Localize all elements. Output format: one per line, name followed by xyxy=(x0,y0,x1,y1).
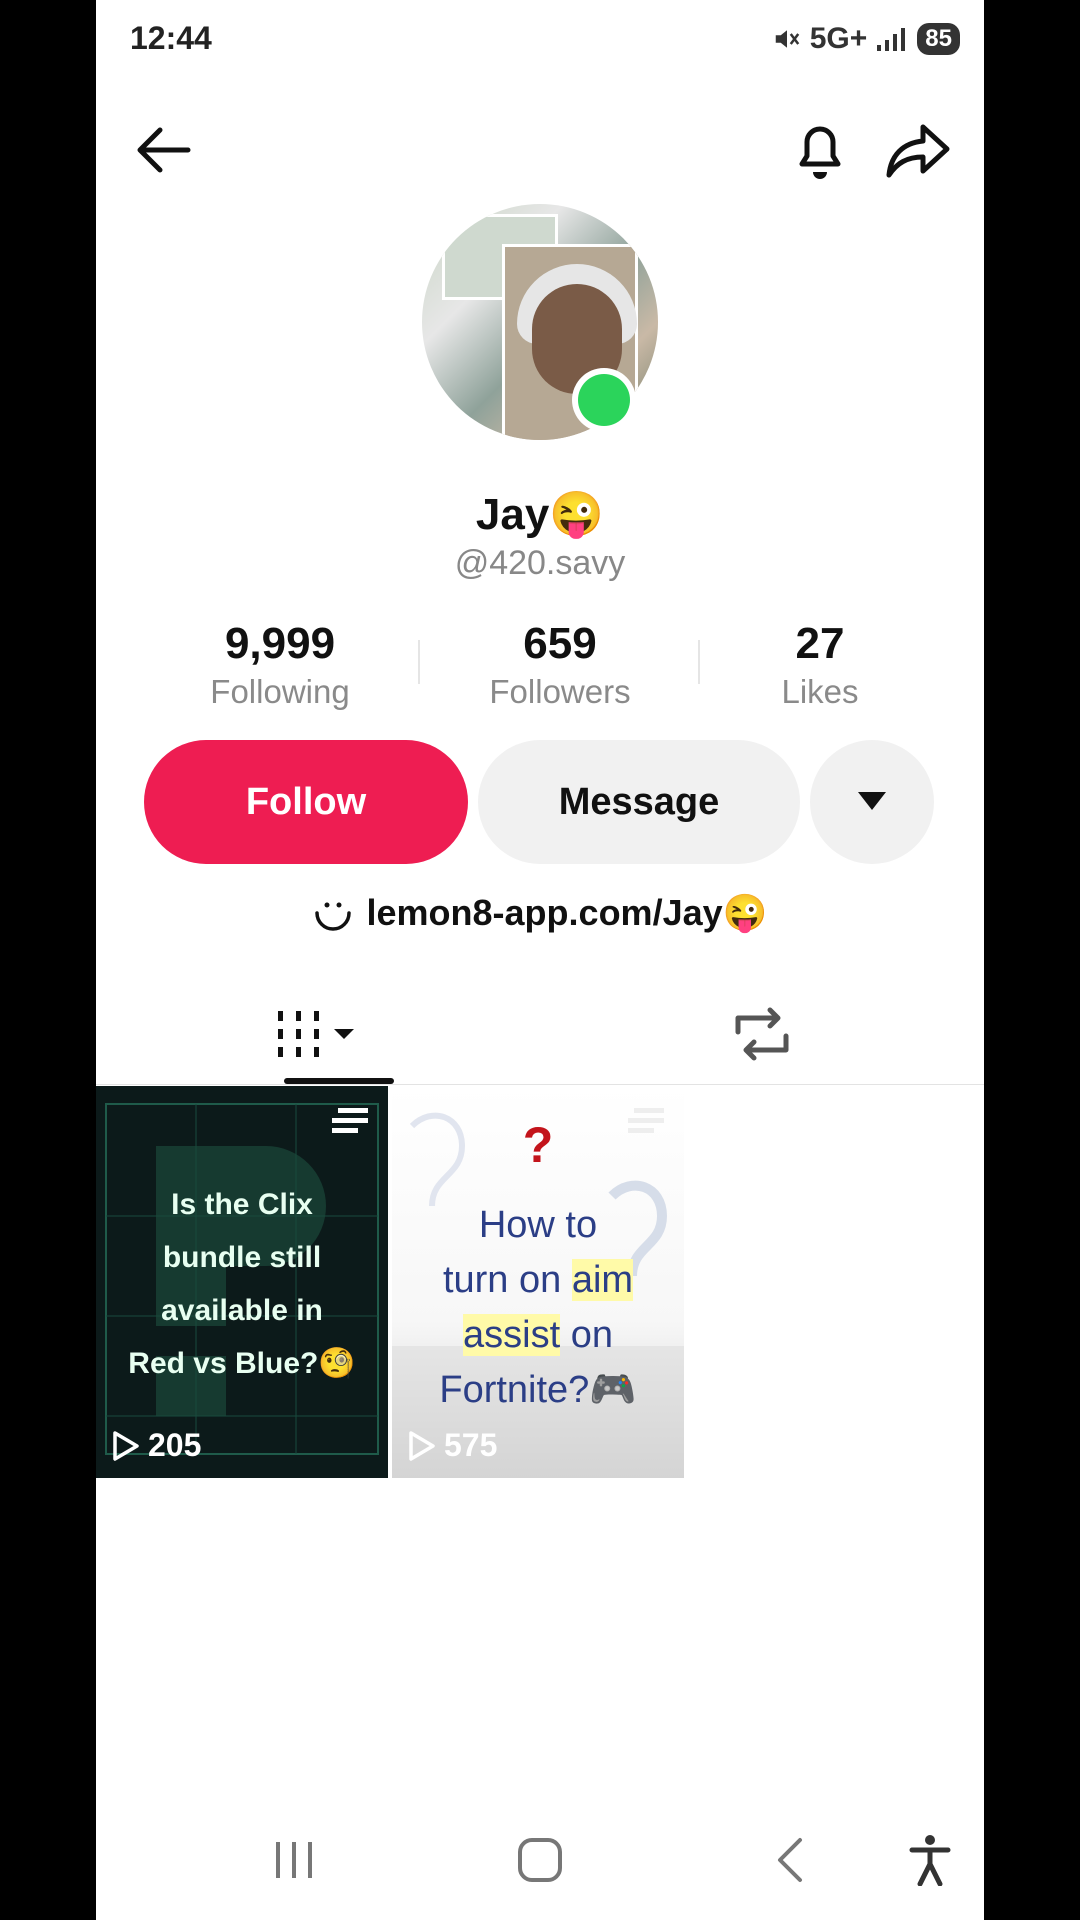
view-count: 575 xyxy=(408,1427,497,1464)
caption-line: bundle still xyxy=(162,1241,322,1274)
signal-icon xyxy=(877,28,906,51)
caption-line: Red vs Blue?🧐 xyxy=(128,1347,356,1380)
stat-following[interactable]: 9,999 Following xyxy=(180,618,380,714)
question-mark-graphic: ? xyxy=(522,1117,554,1173)
view-count-value: 575 xyxy=(444,1427,498,1463)
view-count-value: 205 xyxy=(148,1427,202,1463)
battery-indicator: 85 xyxy=(917,23,960,55)
video-thumbnail[interactable]: Is the Clix bundle still available in Re… xyxy=(96,1086,388,1478)
share-icon xyxy=(886,124,950,178)
back-button[interactable] xyxy=(126,114,198,186)
home-icon xyxy=(518,1838,562,1882)
recent-apps-icon xyxy=(276,1842,312,1878)
network-label: 5G+ xyxy=(809,22,868,55)
caret-down-icon xyxy=(858,792,886,810)
back-arrow-icon xyxy=(137,127,191,173)
accessibility-button[interactable] xyxy=(890,1820,970,1900)
stat-divider xyxy=(418,640,420,684)
smile-link-icon xyxy=(314,902,351,931)
profile-handle: @420.savy xyxy=(454,544,626,582)
profile-name: Jay😜 xyxy=(475,490,605,539)
status-icons: 5G+ 85 xyxy=(772,22,960,56)
more-options-button[interactable] xyxy=(810,740,934,864)
grid-icon xyxy=(278,1011,354,1057)
caption-line: Is the Clix xyxy=(171,1188,313,1221)
stat-value: 659 xyxy=(523,619,597,668)
caption-line: assist on xyxy=(463,1314,613,1356)
status-bar: 12:44 5G+ 85 xyxy=(96,0,984,80)
repost-icon xyxy=(735,1007,789,1061)
bio-link[interactable]: lemon8-app.com/Jay😜 xyxy=(96,892,984,934)
share-button[interactable] xyxy=(882,114,954,186)
mute-icon xyxy=(775,30,799,48)
play-icon xyxy=(113,1430,139,1461)
status-time: 12:44 xyxy=(130,20,212,56)
view-count: 205 xyxy=(112,1427,201,1464)
caption-line: How to xyxy=(478,1204,598,1246)
top-navigation xyxy=(96,110,984,190)
message-button[interactable]: Message xyxy=(478,740,800,864)
bio-link-text: lemon8-app.com/Jay😜 xyxy=(366,892,768,933)
profile-avatar-container[interactable] xyxy=(422,204,658,440)
home-button[interactable] xyxy=(500,1820,580,1900)
caption-line: available in xyxy=(161,1294,323,1327)
system-navigation-bar xyxy=(96,1820,984,1900)
content-tabs xyxy=(96,984,984,1085)
online-status-indicator xyxy=(572,368,636,432)
video-caption: How to turn on aim assist on Fortnite?🎮 xyxy=(398,1198,678,1418)
bell-icon xyxy=(799,126,841,179)
chevron-left-icon xyxy=(778,1838,802,1882)
recent-apps-button[interactable] xyxy=(254,1820,334,1900)
stat-value: 27 xyxy=(795,619,845,668)
caption-line: Fortnite?🎮 xyxy=(439,1369,637,1411)
stat-followers[interactable]: 659 Followers xyxy=(460,618,660,714)
play-icon xyxy=(409,1430,435,1461)
profile-screen: 12:44 5G+ 85 Jay😜 @420.savy 9,999 Follow… xyxy=(96,0,984,1920)
tab-reposts[interactable] xyxy=(540,984,984,1084)
accessibility-icon xyxy=(909,1835,951,1886)
system-back-button[interactable] xyxy=(750,1820,830,1900)
notifications-button[interactable] xyxy=(784,114,856,186)
tab-videos[interactable] xyxy=(96,984,540,1084)
stat-divider xyxy=(698,640,700,684)
stat-label: Following xyxy=(210,673,350,710)
stat-value: 9,999 xyxy=(224,619,336,668)
stat-likes[interactable]: 27 Likes xyxy=(720,618,920,714)
stat-label: Likes xyxy=(781,673,859,710)
active-tab-indicator xyxy=(284,1078,394,1084)
video-thumbnail[interactable]: ? How to turn on aim assist on Fortnite?… xyxy=(392,1086,684,1478)
caption-line: turn on aim xyxy=(442,1259,634,1301)
follow-button[interactable]: Follow xyxy=(144,740,468,864)
video-caption: Is the Clix bundle still available in Re… xyxy=(106,1178,378,1390)
menu-lines-icon xyxy=(332,1108,368,1133)
profile-stats: 9,999 Following 659 Followers 27 Likes xyxy=(96,618,984,718)
stat-label: Followers xyxy=(489,673,631,710)
